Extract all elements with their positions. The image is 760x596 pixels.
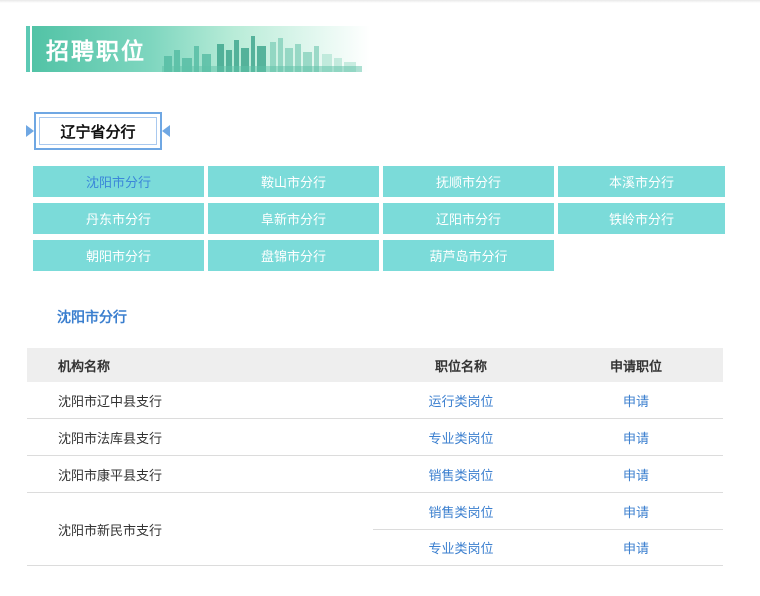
- branch-tile-benxi[interactable]: 本溪市分行: [558, 166, 725, 197]
- top-divider: [0, 0, 760, 3]
- apply-link[interactable]: 申请: [549, 391, 723, 410]
- apply-link[interactable]: 申请: [549, 465, 723, 484]
- position-link[interactable]: 专业类岗位: [373, 428, 549, 447]
- apply-link[interactable]: 申请: [549, 502, 723, 521]
- branch-tile-dandong[interactable]: 丹东市分行: [33, 203, 204, 234]
- apply-link[interactable]: 申请: [549, 538, 723, 557]
- branch-tile-shenyang[interactable]: 沈阳市分行: [33, 166, 204, 197]
- branch-tile-chaoyang[interactable]: 朝阳市分行: [33, 240, 204, 271]
- province-label-box: 辽宁省分行: [34, 112, 162, 150]
- table-header: 机构名称 职位名称 申请职位: [27, 348, 723, 382]
- positions-table: 机构名称 职位名称 申请职位 沈阳市辽中县支行 运行类岗位 申请 沈阳市法库县支…: [27, 348, 723, 566]
- position-link[interactable]: 销售类岗位: [373, 465, 549, 484]
- org-name: 沈阳市法库县支行: [58, 431, 163, 447]
- apply-link[interactable]: 申请: [549, 428, 723, 447]
- branch-tile-anshan[interactable]: 鞍山市分行: [208, 166, 379, 197]
- branch-tile-tieling[interactable]: 铁岭市分行: [558, 203, 725, 234]
- banner-title: 招聘职位: [46, 39, 146, 65]
- position-link[interactable]: 运行类岗位: [373, 391, 549, 410]
- left-arrow-icon: [26, 125, 34, 137]
- table-row: 沈阳市辽中县支行 运行类岗位 申请: [27, 382, 723, 419]
- org-name: 沈阳市新民市支行: [58, 523, 163, 539]
- branch-tile-fuxin[interactable]: 阜新市分行: [208, 203, 379, 234]
- right-arrow-icon: [162, 125, 170, 137]
- city-skyline-illustration: [162, 36, 362, 72]
- table-row: 沈阳市新民市支行 销售类岗位 申请 专业类岗位 申请: [27, 493, 723, 566]
- table-row: 沈阳市康平县支行 销售类岗位 申请: [27, 456, 723, 493]
- selected-branch-title: 沈阳市分行: [57, 310, 127, 326]
- position-link[interactable]: 专业类岗位: [373, 538, 549, 557]
- header-apply: 申请职位: [609, 359, 662, 375]
- branch-grid: 沈阳市分行 鞍山市分行 抚顺市分行 本溪市分行 丹东市分行 阜新市分行 辽阳市分…: [33, 166, 725, 271]
- branch-tile-liaoyang[interactable]: 辽阳市分行: [383, 203, 554, 234]
- branch-tile-fushun[interactable]: 抚顺市分行: [383, 166, 554, 197]
- header-position: 职位名称: [434, 359, 487, 375]
- branch-tile-panjin[interactable]: 盘锦市分行: [208, 240, 379, 271]
- branch-tile-huludao[interactable]: 葫芦岛市分行: [383, 240, 554, 271]
- table-row: 沈阳市法库县支行 专业类岗位 申请: [27, 419, 723, 456]
- province-label: 辽宁省分行: [60, 122, 136, 141]
- province-tab[interactable]: 辽宁省分行: [26, 112, 170, 150]
- section-banner: 招聘职位: [26, 26, 370, 72]
- position-link[interactable]: 销售类岗位: [373, 502, 549, 521]
- org-name: 沈阳市康平县支行: [58, 468, 163, 484]
- org-name: 沈阳市辽中县支行: [58, 394, 163, 410]
- header-org: 机构名称: [58, 359, 111, 375]
- banner-accent-bar: [26, 26, 30, 72]
